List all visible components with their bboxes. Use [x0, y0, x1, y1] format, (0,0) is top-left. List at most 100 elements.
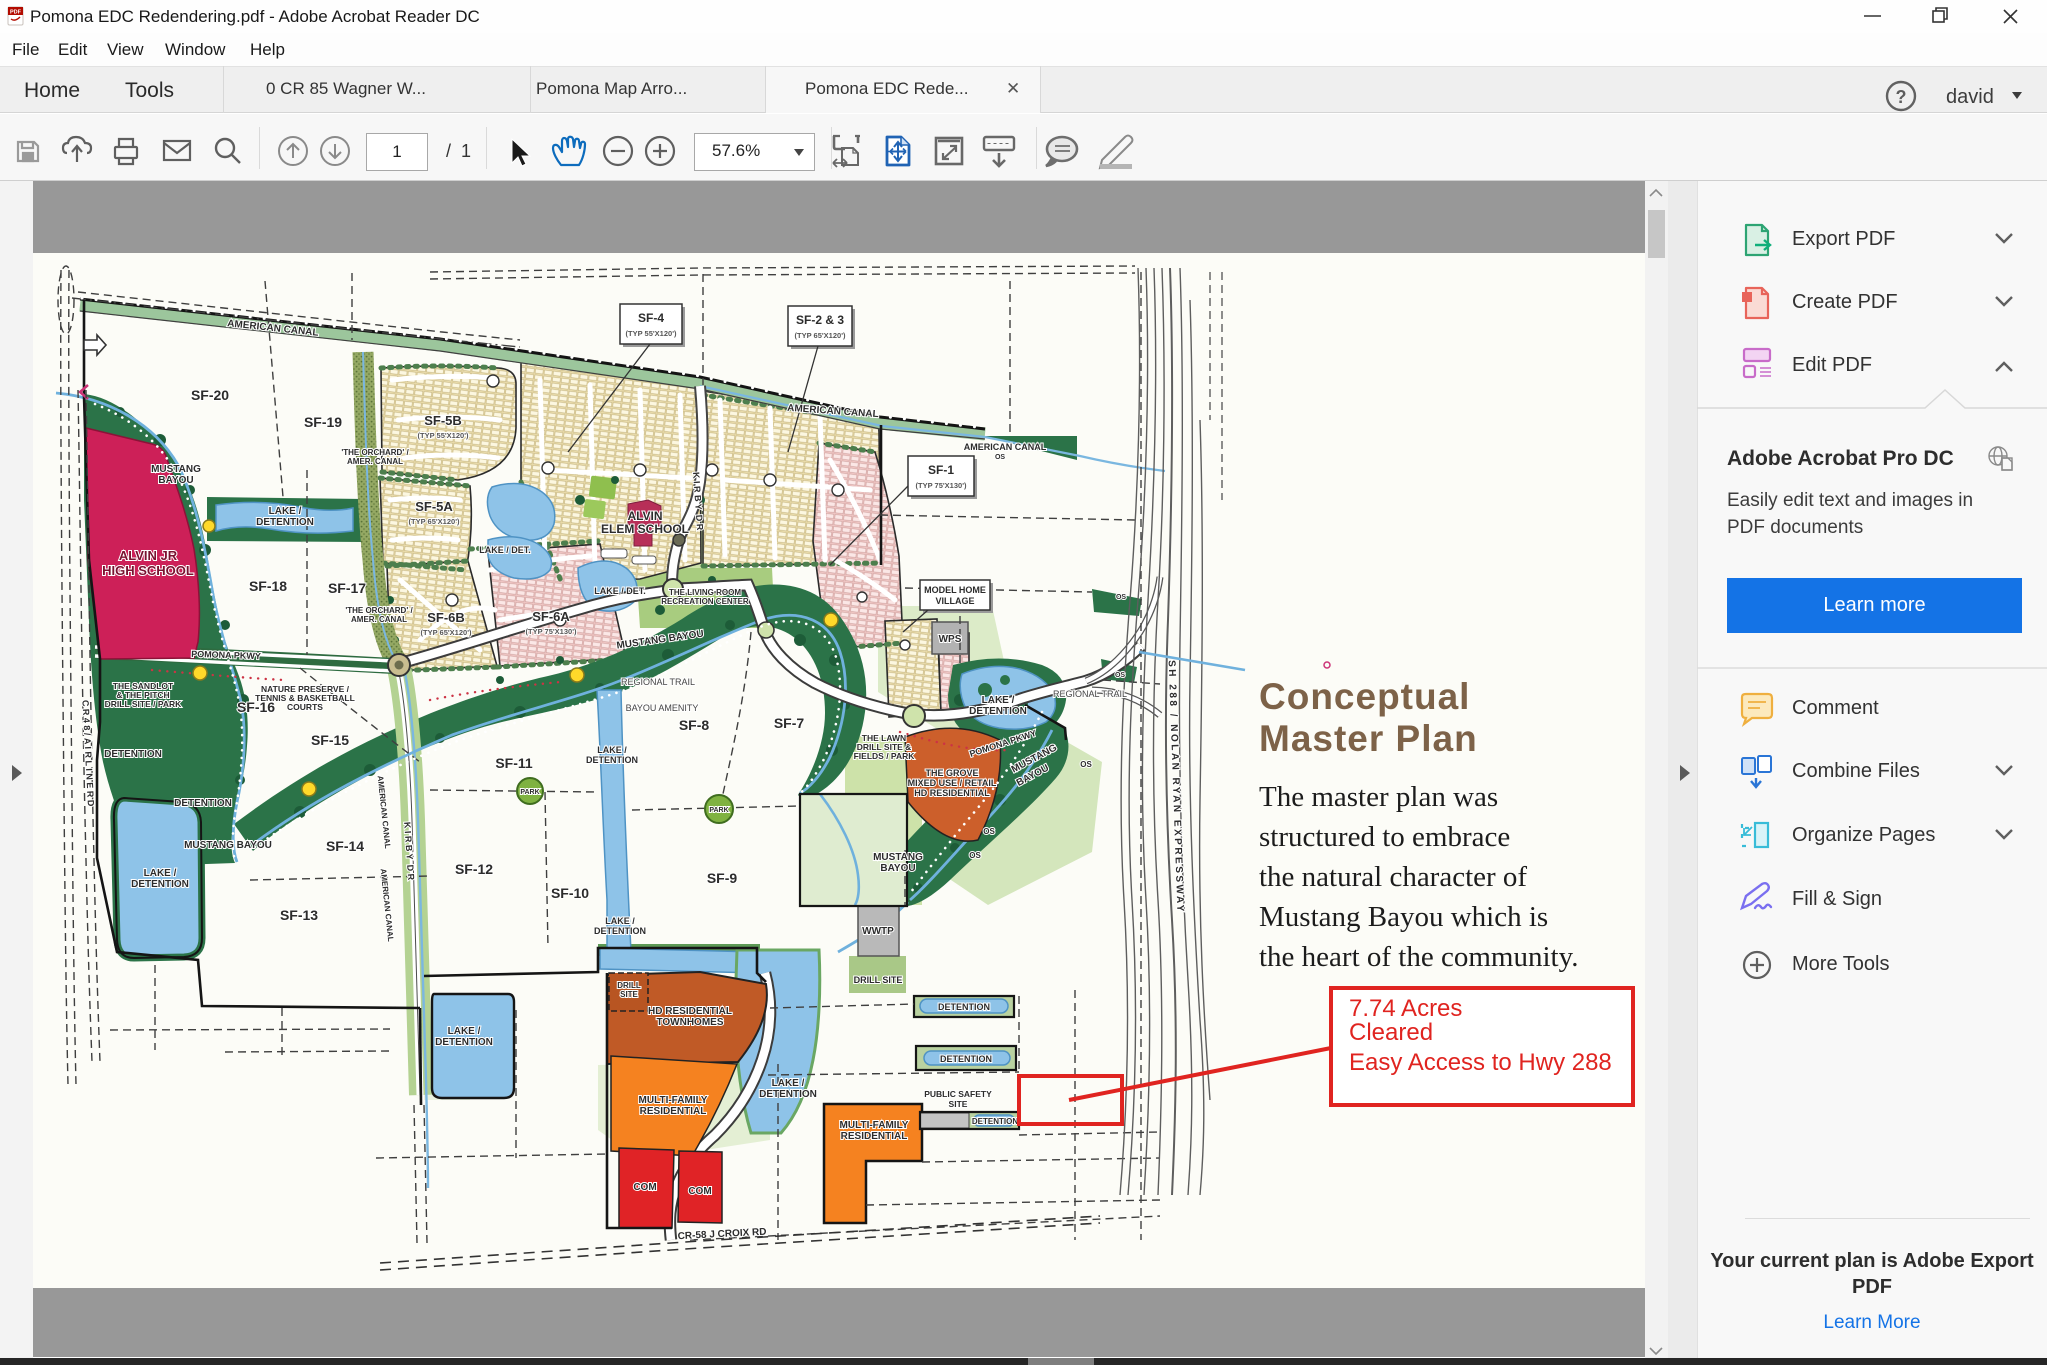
svg-text:MODEL HOME: MODEL HOME: [924, 585, 986, 595]
svg-text:Mustang Bayou which is: Mustang Bayou which is: [1259, 901, 1548, 933]
svg-text:MUSTANG: MUSTANG: [873, 852, 923, 863]
svg-text:SF-17: SF-17: [328, 580, 366, 596]
svg-text:THE GROVE: THE GROVE: [925, 768, 978, 778]
svg-text:SF-12: SF-12: [455, 861, 493, 877]
svg-text:DETENTION: DETENTION: [759, 1089, 817, 1100]
svg-text:SF-10: SF-10: [551, 885, 589, 901]
svg-text:(TYP 65'X120'): (TYP 65'X120'): [409, 517, 460, 526]
svg-text:COURTS: COURTS: [287, 702, 323, 712]
svg-text:DETENTION: DETENTION: [969, 706, 1027, 717]
svg-text:BAYOU AMENITY: BAYOU AMENITY: [626, 703, 699, 713]
svg-text:MUSTANG: MUSTANG: [151, 464, 201, 475]
svg-text:ELEM SCHOOL: ELEM SCHOOL: [601, 522, 689, 536]
svg-text:OS: OS: [1116, 594, 1126, 601]
svg-text:DRILL: DRILL: [617, 981, 641, 990]
svg-text:LAKE /: LAKE /: [982, 695, 1015, 706]
svg-text:SF-20: SF-20: [191, 387, 229, 403]
svg-text:COM: COM: [633, 1182, 656, 1193]
svg-text:?: ?: [1896, 87, 1907, 107]
svg-text:SF-6A: SF-6A: [532, 609, 570, 624]
svg-text:Easy Access to Hwy 288: Easy Access to Hwy 288: [1349, 1049, 1612, 1076]
svg-text:SF-1: SF-1: [928, 463, 954, 477]
svg-text:SF-9: SF-9: [707, 870, 738, 886]
svg-text:LAKE /: LAKE /: [772, 1078, 805, 1089]
svg-text:AMERICAN CANAL: AMERICAN CANAL: [964, 442, 1047, 452]
svg-text:DETENTION: DETENTION: [972, 1117, 1018, 1126]
svg-text:HD RESIDENTIAL: HD RESIDENTIAL: [914, 788, 990, 798]
svg-text:SF-18: SF-18: [249, 578, 287, 594]
svg-text:The master plan was: The master plan was: [1259, 781, 1498, 813]
svg-text:SF-8: SF-8: [679, 717, 710, 733]
svg-text:RESIDENTIAL: RESIDENTIAL: [841, 1131, 908, 1142]
svg-text:(TYP 75'X130'): (TYP 75'X130'): [916, 481, 967, 490]
svg-text:SF-13: SF-13: [280, 907, 318, 923]
svg-text:'THE ORCHARD' /: 'THE ORCHARD' /: [341, 448, 409, 457]
svg-text:LAKE / DET.: LAKE / DET.: [479, 545, 531, 555]
svg-text:AMER. CANAL: AMER. CANAL: [351, 615, 407, 624]
svg-text:ALVIN JR: ALVIN JR: [119, 548, 178, 563]
svg-text:LAKE /: LAKE /: [448, 1026, 481, 1037]
svg-text:DETENTION: DETENTION: [174, 798, 232, 809]
svg-text:Cleared: Cleared: [1349, 1019, 1433, 1046]
svg-text:TOWNHOMES: TOWNHOMES: [656, 1017, 723, 1028]
svg-text:LAKE / DET.: LAKE / DET.: [594, 586, 646, 596]
svg-text:(TYP 55'X120'): (TYP 55'X120'): [418, 431, 469, 440]
svg-text:DETENTION: DETENTION: [940, 1054, 992, 1064]
svg-text:ALVIN: ALVIN: [627, 509, 662, 523]
svg-text:PUBLIC SAFETY: PUBLIC SAFETY: [924, 1089, 992, 1099]
svg-text:FIELDS / PARK: FIELDS / PARK: [854, 751, 916, 761]
svg-text:(TYP 75'X130'): (TYP 75'X130'): [526, 627, 577, 636]
svg-text:DETENTION: DETENTION: [104, 749, 162, 760]
svg-text:PARK: PARK: [709, 807, 728, 814]
svg-text:SF-19: SF-19: [304, 414, 342, 430]
svg-text:OS: OS: [969, 851, 981, 860]
svg-text:MIXED USE / RETAIL: MIXED USE / RETAIL: [908, 778, 997, 788]
svg-text:RECREATION CENTER: RECREATION CENTER: [661, 597, 749, 606]
svg-text:RESIDENTIAL: RESIDENTIAL: [640, 1106, 707, 1117]
svg-text:SF-11: SF-11: [495, 755, 533, 771]
svg-text:structured to embrace: structured to embrace: [1259, 821, 1510, 853]
svg-text:LAKE /: LAKE /: [597, 745, 627, 755]
svg-text:DETENTION: DETENTION: [435, 1037, 493, 1048]
svg-text:VILLAGE: VILLAGE: [935, 596, 974, 606]
svg-text:(TYP 65'X120'): (TYP 65'X120'): [421, 628, 472, 637]
svg-text:LAKE /: LAKE /: [269, 506, 302, 517]
svg-text:SF-5B: SF-5B: [424, 413, 462, 428]
svg-text:AMER. CANAL: AMER. CANAL: [347, 457, 403, 466]
svg-text:'THE ORCHARD' /: 'THE ORCHARD' /: [345, 606, 413, 615]
svg-text:Conceptual: Conceptual: [1259, 676, 1470, 717]
svg-text:DETENTION: DETENTION: [131, 879, 189, 890]
svg-text:(TYP 55'X120'): (TYP 55'X120'): [626, 329, 677, 338]
svg-text:OS: OS: [1115, 672, 1125, 679]
svg-text:SITE: SITE: [949, 1099, 968, 1109]
svg-text:LAKE /: LAKE /: [605, 916, 635, 926]
svg-text:PDF: PDF: [10, 10, 22, 16]
svg-text:HD RESIDENTIAL: HD RESIDENTIAL: [648, 1006, 732, 1017]
svg-text:the heart of the community.: the heart of the community.: [1259, 941, 1578, 973]
svg-text:MUSTANG BAYOU: MUSTANG BAYOU: [184, 840, 272, 851]
svg-text:OS: OS: [983, 827, 995, 836]
svg-text:SF-5A: SF-5A: [415, 499, 453, 514]
svg-text:LAKE /: LAKE /: [144, 868, 177, 879]
svg-text:DRILL SITE: DRILL SITE: [854, 975, 903, 985]
svg-text:SF-4: SF-4: [638, 311, 664, 325]
svg-text:OS: OS: [1080, 760, 1092, 769]
svg-text:DRILL SITE / PARK: DRILL SITE / PARK: [105, 699, 183, 709]
svg-text:7.74 Acres: 7.74 Acres: [1349, 995, 1462, 1022]
svg-text:SF-15: SF-15: [311, 732, 349, 748]
svg-text:the natural character of: the natural character of: [1259, 861, 1527, 893]
svg-text:REGIONAL TRAIL: REGIONAL TRAIL: [1053, 689, 1127, 699]
svg-text:SITE: SITE: [620, 990, 638, 999]
svg-text:OS: OS: [995, 454, 1005, 461]
svg-text:DETENTION: DETENTION: [594, 926, 646, 936]
svg-text:BAYOU: BAYOU: [158, 475, 193, 486]
svg-text:david: david: [1946, 86, 1994, 108]
svg-text:SF-2 & 3: SF-2 & 3: [796, 313, 844, 327]
svg-text:COM: COM: [688, 1186, 711, 1197]
svg-text:SF-6B: SF-6B: [427, 610, 465, 625]
svg-text:(TYP 65'X120'): (TYP 65'X120'): [795, 331, 846, 340]
svg-text:SF-14: SF-14: [326, 838, 364, 854]
svg-text:REGIONAL TRAIL: REGIONAL TRAIL: [621, 677, 695, 687]
svg-text:THE LIVING ROOM: THE LIVING ROOM: [669, 588, 741, 597]
svg-text:PARK: PARK: [520, 789, 539, 796]
